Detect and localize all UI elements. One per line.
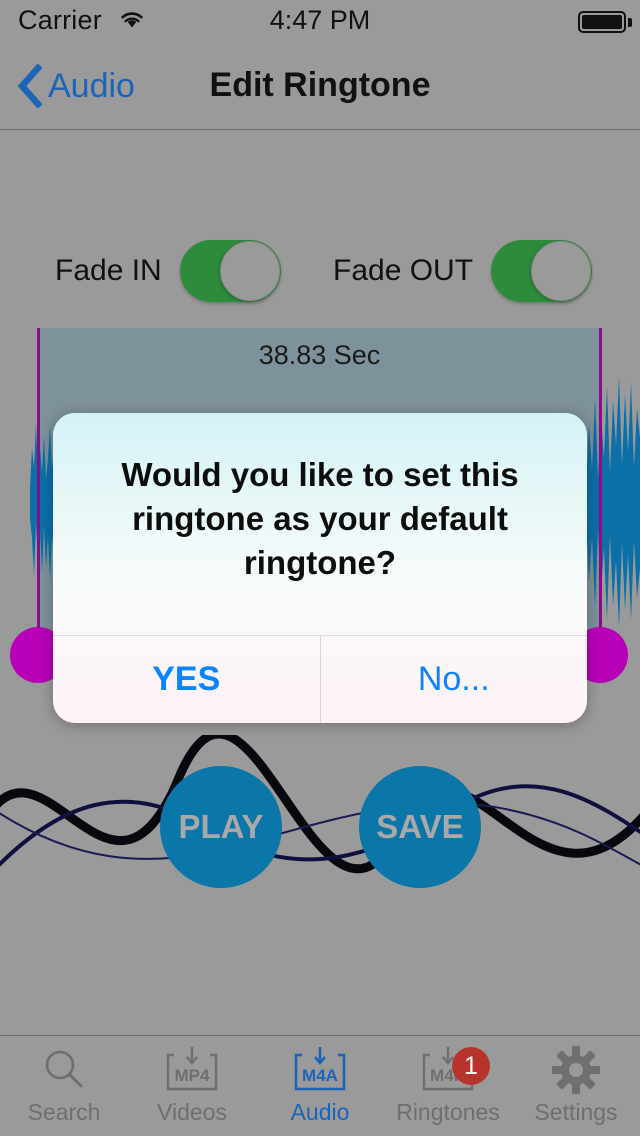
tab-search[interactable]: Search: [0, 1045, 128, 1136]
dialog-actions: YES No...: [53, 635, 587, 723]
tab-label: Audio: [290, 1099, 350, 1125]
dialog-yes-button[interactable]: YES: [53, 636, 320, 723]
dialog-message: Would you like to set this ringtone as y…: [121, 456, 519, 581]
status-badge: 1: [452, 1047, 490, 1085]
app-screen: Carrier 4:47 PM Audio Edit Ringtone Fade…: [0, 0, 640, 1136]
tab-audio[interactable]: M4A Audio: [256, 1045, 384, 1136]
gear-icon: [551, 1045, 601, 1095]
tab-videos[interactable]: MP4 Videos: [128, 1045, 256, 1136]
tab-label: Settings: [534, 1099, 618, 1125]
tab-settings[interactable]: Settings: [512, 1045, 640, 1136]
dialog-no-button[interactable]: No...: [321, 636, 588, 723]
tab-label: Ringtones: [396, 1099, 500, 1125]
tab-ringtones[interactable]: M4R 1 Ringtones: [384, 1045, 512, 1136]
tab-bar: Search MP4 Videos M4A Audio M4R 1 Ringto…: [0, 1035, 640, 1136]
search-icon: [41, 1045, 87, 1095]
m4a-download-icon: M4A: [290, 1045, 350, 1095]
tab-label: Videos: [157, 1099, 227, 1125]
mp4-download-icon: MP4: [162, 1045, 222, 1095]
tab-bar-divider: [0, 1035, 640, 1036]
svg-text:MP4: MP4: [175, 1066, 211, 1085]
tab-label: Search: [27, 1099, 101, 1125]
svg-text:M4A: M4A: [302, 1066, 338, 1085]
default-ringtone-dialog: Would you like to set this ringtone as y…: [53, 413, 587, 723]
